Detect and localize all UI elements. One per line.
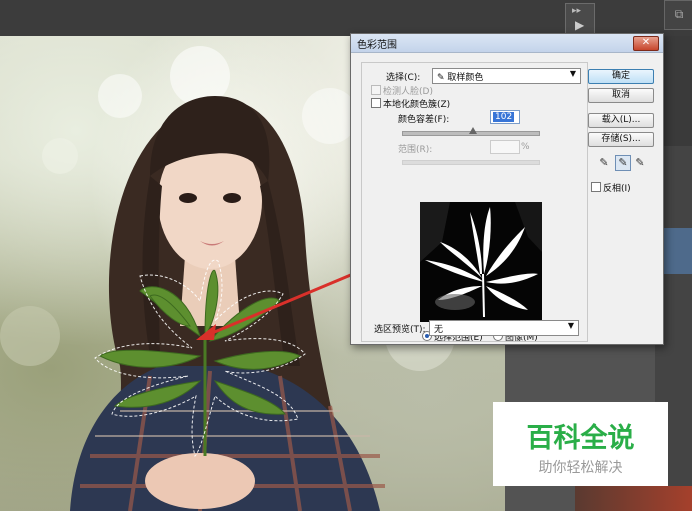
- localized-clusters-checkbox[interactable]: [371, 98, 381, 108]
- eyedropper-minus-icon[interactable]: ✎: [633, 156, 647, 170]
- canvas-edge-photo: [575, 486, 692, 511]
- select-value-text: 取样颜色: [447, 73, 484, 83]
- range-label: 范围(R):: [398, 145, 433, 155]
- play-icon[interactable]: ▶: [575, 18, 584, 32]
- detect-faces-label: 检测人脸(D): [383, 87, 433, 97]
- selection-preview[interactable]: [420, 202, 542, 322]
- eyedropper-icon[interactable]: ✎: [597, 156, 611, 170]
- collapse-icon[interactable]: ▸▸: [572, 6, 581, 16]
- range-unit: %: [521, 142, 530, 152]
- cancel-button[interactable]: 取消: [588, 88, 654, 103]
- save-button[interactable]: 存储(S)...: [588, 132, 654, 147]
- mini-panel-toolbar[interactable]: ▸▸ ▶: [565, 3, 595, 35]
- range-input[interactable]: [490, 140, 520, 154]
- eyedropper-plus-icon[interactable]: ✎: [615, 155, 631, 171]
- select-value: ✎ 取样颜色: [437, 70, 483, 83]
- watermark-slogan: 助你轻松解决: [538, 460, 623, 476]
- fuzziness-slider-thumb[interactable]: [469, 127, 477, 134]
- dialog-title: 色彩范围: [357, 40, 397, 51]
- select-dropdown[interactable]: ✎ 取样颜色 ▼: [432, 68, 581, 84]
- invert-checkbox[interactable]: [591, 182, 601, 192]
- chevron-down-icon: ▼: [569, 69, 576, 78]
- panel-corner-icon[interactable]: ⧉: [664, 0, 692, 30]
- select-label: 选择(C):: [386, 73, 421, 83]
- fuzziness-input[interactable]: 102: [490, 110, 520, 124]
- fuzziness-value: 102: [493, 112, 515, 122]
- dialog-titlebar[interactable]: 色彩范围 ✕: [351, 34, 663, 53]
- fuzziness-label: 颜色容差(F):: [398, 115, 450, 125]
- watermark-logo: 百科全说 助你轻松解决: [493, 402, 668, 486]
- color-range-dialog: 色彩范围 ✕ 选择(C): ✎ 取样颜色 ▼ 检测人脸(D) 本地化颜色簇(Z)…: [350, 33, 664, 345]
- load-button[interactable]: 载入(L)...: [588, 113, 654, 128]
- watermark-brand: 百科全说: [526, 423, 635, 454]
- preview-dropdown[interactable]: 无 ▼: [429, 320, 579, 336]
- preview-label: 选区预览(T):: [374, 325, 426, 335]
- range-slider-track[interactable]: [402, 160, 540, 165]
- chevron-down-icon: ▼: [567, 321, 574, 330]
- localized-clusters-label: 本地化颜色簇(Z): [383, 100, 451, 110]
- preview-value: 无: [434, 325, 444, 335]
- mask-preview-image: [420, 202, 542, 322]
- detect-faces-checkbox[interactable]: [371, 85, 381, 95]
- selection-options-group: 选择(C): ✎ 取样颜色 ▼ 检测人脸(D) 本地化颜色簇(Z) 颜色容差(F…: [361, 62, 588, 343]
- invert-label: 反相(I): [603, 184, 631, 194]
- ok-button[interactable]: 确定: [588, 69, 654, 84]
- close-button[interactable]: ✕: [633, 36, 659, 51]
- eyedropper-icon: ✎: [437, 73, 445, 83]
